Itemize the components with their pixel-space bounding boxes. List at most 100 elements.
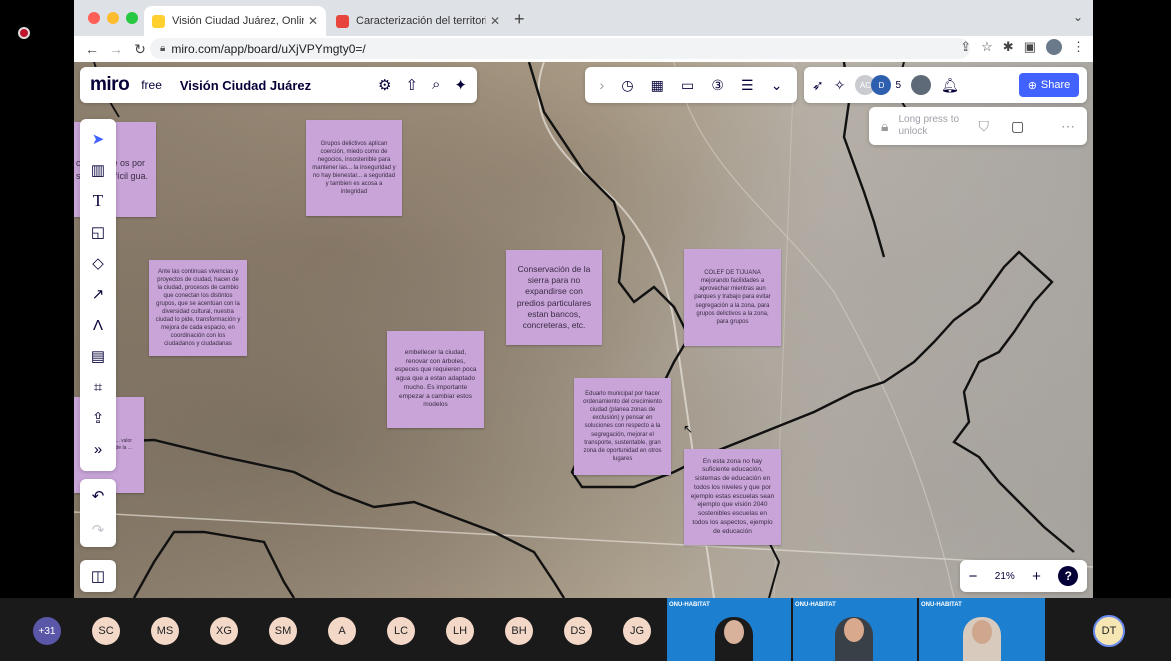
video-tile[interactable]: ONU-HABITAT [919,598,1045,661]
video-tile[interactable]: ONU-HABITAT [793,598,917,661]
comment-tool-icon[interactable]: ▤ [91,344,105,368]
more-menu-icon[interactable]: ⋮ [1072,39,1085,55]
undo-redo-panel: ↶ ↷ [80,479,116,547]
redo-icon[interactable]: ↷ [92,521,105,539]
presentation-icon[interactable]: ▭ [681,77,694,94]
board-header-actions: ⚙ ⇧ ⌕ ✦ [378,76,467,94]
participant-avatar[interactable]: BH [505,617,533,645]
more-tools-icon[interactable]: » [94,437,102,461]
sticky-note[interactable]: Eduarlo municipal por hacer ordenamiento… [574,378,671,475]
sticky-note[interactable]: Conservación de la sierra para no expand… [506,250,602,345]
more-participants-button[interactable]: +31 [33,617,61,645]
celebrate-icon[interactable]: ✧ [834,77,846,94]
select-cursor-icon[interactable]: ➤ [92,127,105,151]
participant-avatar[interactable]: JG [623,617,651,645]
sticky-note-icon[interactable]: ◱ [91,220,105,244]
tab-search-chevron-down-icon[interactable]: ⌄ [1073,10,1083,24]
sticky-note[interactable]: embellecer la ciudad, renovar con árbole… [387,331,484,428]
zoom-panel: − 21% + ? [960,560,1087,592]
participant-face [724,620,744,644]
export-upload-icon[interactable]: ⇧ [405,76,418,94]
reactions-cursor-icon[interactable]: ➶ [812,77,824,94]
sticky-note[interactable]: En esta zona no hay suficiente educación… [684,449,781,545]
participant-avatar[interactable]: XG [210,617,238,645]
collaborator-avatar[interactable]: D [871,75,892,95]
miro-logo[interactable]: miro [90,74,130,96]
minimize-window-button[interactable] [107,12,119,24]
participant-avatar[interactable]: LC [387,617,415,645]
share-panel: ➶ ✧ AC D 5 🔔︎ ⊕ Share [804,67,1087,103]
close-window-button[interactable] [88,12,100,24]
video-tile[interactable]: ONU-HABITAT [667,598,791,661]
search-icon[interactable]: ⌕ [432,76,440,94]
participant-face [972,620,992,644]
new-tab-button[interactable]: + [514,9,525,30]
templates-icon[interactable]: ▥ [91,158,105,182]
sticky-note[interactable]: Grupos delictivos aplican coerción, mied… [306,120,402,216]
toolbar-actions: ⇪ ☆ ✱ ▣ ⋮ [960,39,1085,55]
connection-line-icon[interactable]: ↗ [92,282,105,306]
self-avatar[interactable]: DT [1093,615,1125,647]
participant-avatar[interactable]: SM [269,617,297,645]
miro-board-canvas[interactable]: cas mente os por s de es difícil gua. Gr… [74,62,1093,598]
chevron-right-icon[interactable]: › [600,77,605,93]
own-avatar[interactable] [911,75,932,95]
frame-tool-icon[interactable]: ⌗ [94,375,102,399]
screen: Visión Ciudad Juárez, Online W ✕ Caracte… [0,0,1171,661]
sticky-note[interactable]: COLEF DE TIJUANA mejorando facilidades a… [684,249,781,346]
pen-icon[interactable]: Ʌ [93,313,103,337]
tab-caracterizacion[interactable]: Caracterización del territorio_ ✕ [328,6,508,36]
frames-panel-toggle[interactable]: ◫ [80,560,116,592]
plan-badge[interactable]: free [141,78,162,92]
lock-icon[interactable]: 🔒︎ [881,118,888,135]
profile-avatar[interactable] [1046,39,1062,55]
board-title[interactable]: Visión Ciudad Juárez [180,78,311,93]
unlock-hint: Long press to unlock [898,114,960,137]
text-tool-icon[interactable]: T [93,189,103,213]
zoom-level[interactable]: 21% [995,571,1015,582]
url-text: miro.com/app/board/uXjVPYmgty0=/ [171,41,366,56]
upload-icon[interactable]: ⇪ [92,406,105,430]
address-bar[interactable]: 🔒︎ miro.com/app/board/uXjVPYmgty0=/ [150,38,970,59]
undo-icon[interactable]: ↶ [92,487,105,505]
more-options-icon[interactable]: ⋯ [1061,118,1075,135]
shield-icon[interactable]: ⛉ [978,118,989,135]
participant-avatar[interactable]: MS [151,617,179,645]
side-panel-icon[interactable]: ▣ [1024,39,1036,55]
lock-icon[interactable]: 🔒︎ [160,43,165,54]
card-add-icon[interactable]: ▦ [651,77,664,94]
video-banner-text: ONU-HABITAT [921,602,962,608]
participant-avatar[interactable]: DS [564,617,592,645]
reload-icon[interactable]: ↻ [128,41,152,58]
share-button[interactable]: ⊕ Share [1019,73,1079,97]
help-button[interactable]: ? [1058,566,1079,586]
share-page-icon[interactable]: ⇪ [960,39,971,55]
notifications-bell-icon[interactable]: 🔔︎ [941,77,959,94]
tab-close-icon[interactable]: ✕ [490,14,500,28]
shapes-icon[interactable]: ◇ [92,251,104,275]
notes-icon[interactable]: ☰ [741,77,754,94]
frame-count-icon[interactable]: ③ [711,77,724,94]
extensions-puzzle-icon[interactable]: ✱ [1003,39,1014,55]
bookmark-star-icon[interactable]: ☆ [981,39,993,55]
more-tools-chevron-icon[interactable]: ⌄ [771,77,783,94]
zoom-out-icon[interactable]: − [969,568,978,585]
participant-avatar[interactable]: A [328,617,356,645]
settings-gear-icon[interactable]: ⚙ [378,76,391,94]
tab-vision-ciudad-juarez[interactable]: Visión Ciudad Juárez, Online W ✕ [144,6,326,36]
participant-face [844,618,864,642]
zoom-in-icon[interactable]: + [1032,568,1041,585]
timer-icon[interactable]: ◷ [621,77,633,94]
sticky-note[interactable]: Ante las continuas vivencias y proyectos… [149,260,247,356]
participant-avatar[interactable]: LH [446,617,474,645]
forward-arrow-icon[interactable]: → [104,41,128,57]
collaboration-tools-panel: › ◷ ▦ ▭ ③ ☰ ⌄ [585,67,797,103]
globe-icon: ⊕ [1027,79,1037,92]
online-count[interactable]: 5 [895,80,901,91]
comment-icon[interactable]: ▢ [1011,118,1024,135]
magic-apps-icon[interactable]: ✦ [454,76,467,94]
maximize-window-button[interactable] [126,12,138,24]
participant-avatar[interactable]: SC [92,617,120,645]
tab-close-icon[interactable]: ✕ [308,14,318,28]
back-arrow-icon[interactable]: ← [80,41,104,57]
